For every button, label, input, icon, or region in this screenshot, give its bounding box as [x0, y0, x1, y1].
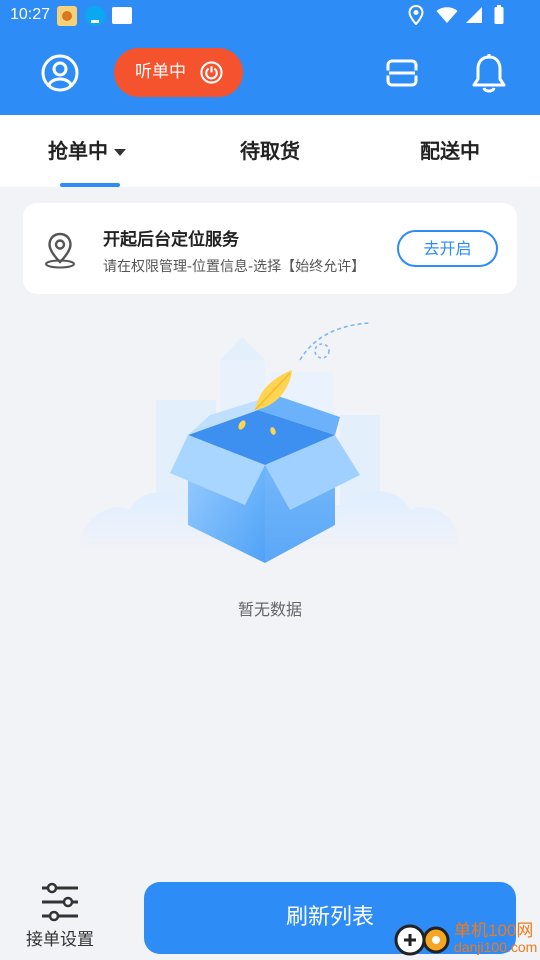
download-notification-icon [85, 6, 105, 26]
wifi-icon [436, 7, 458, 23]
watermark-text: 单机100网 [454, 921, 534, 940]
tab-label: 待取货 [240, 139, 300, 163]
tab-delivering[interactable]: 配送中 [420, 135, 480, 167]
watermark-url: danji100.com [454, 939, 538, 955]
location-card-subtitle: 请在权限管理-位置信息-选择【始终允许】 [103, 259, 366, 275]
battery-icon [494, 5, 504, 24]
location-pin-icon [45, 232, 75, 269]
watermark-logo-icon [394, 924, 450, 956]
status-bar: 10:27 [0, 0, 540, 32]
tab-grab-orders[interactable]: 抢单中 [48, 135, 126, 167]
location-status-icon [408, 5, 424, 25]
watermark: 单机100网 danji100.com [392, 916, 540, 960]
sliders-icon [42, 882, 78, 922]
location-service-card: 开起后台定位服务 请在权限管理-位置信息-选择【始终允许】 去开启 [23, 203, 517, 294]
app-notification-icon-2 [112, 7, 132, 24]
order-settings-button[interactable]: 接单设置 [20, 880, 100, 950]
signal-icon [466, 7, 483, 23]
user-icon [41, 54, 79, 92]
tab-label: 抢单中 [48, 139, 108, 163]
status-icons [408, 5, 504, 25]
notifications-button[interactable] [470, 53, 508, 93]
app-notification-icon [57, 6, 77, 26]
listening-toggle-button[interactable]: 听单中 [114, 48, 243, 97]
tab-pending-pickup[interactable]: 待取货 [240, 135, 300, 167]
caret-down-icon [114, 149, 126, 156]
scan-icon [385, 59, 419, 87]
top-header: 10:27 听单中 [0, 0, 540, 115]
empty-box-illustration [79, 322, 460, 563]
status-time: 10:27 [10, 6, 51, 23]
location-card-title: 开起后台定位服务 [103, 230, 239, 250]
profile-button[interactable] [40, 53, 80, 93]
order-settings-label: 接单设置 [26, 930, 94, 950]
active-tab-indicator [60, 183, 120, 187]
bell-icon [472, 54, 506, 93]
order-tabs: 抢单中 待取货 配送中 [0, 115, 540, 187]
power-icon [200, 61, 223, 84]
listening-label: 听单中 [135, 62, 186, 82]
enable-location-button[interactable]: 去开启 [397, 230, 498, 267]
tab-label: 配送中 [420, 139, 480, 163]
scan-button[interactable] [385, 56, 419, 90]
empty-state-text: 暂无数据 [237, 600, 302, 619]
